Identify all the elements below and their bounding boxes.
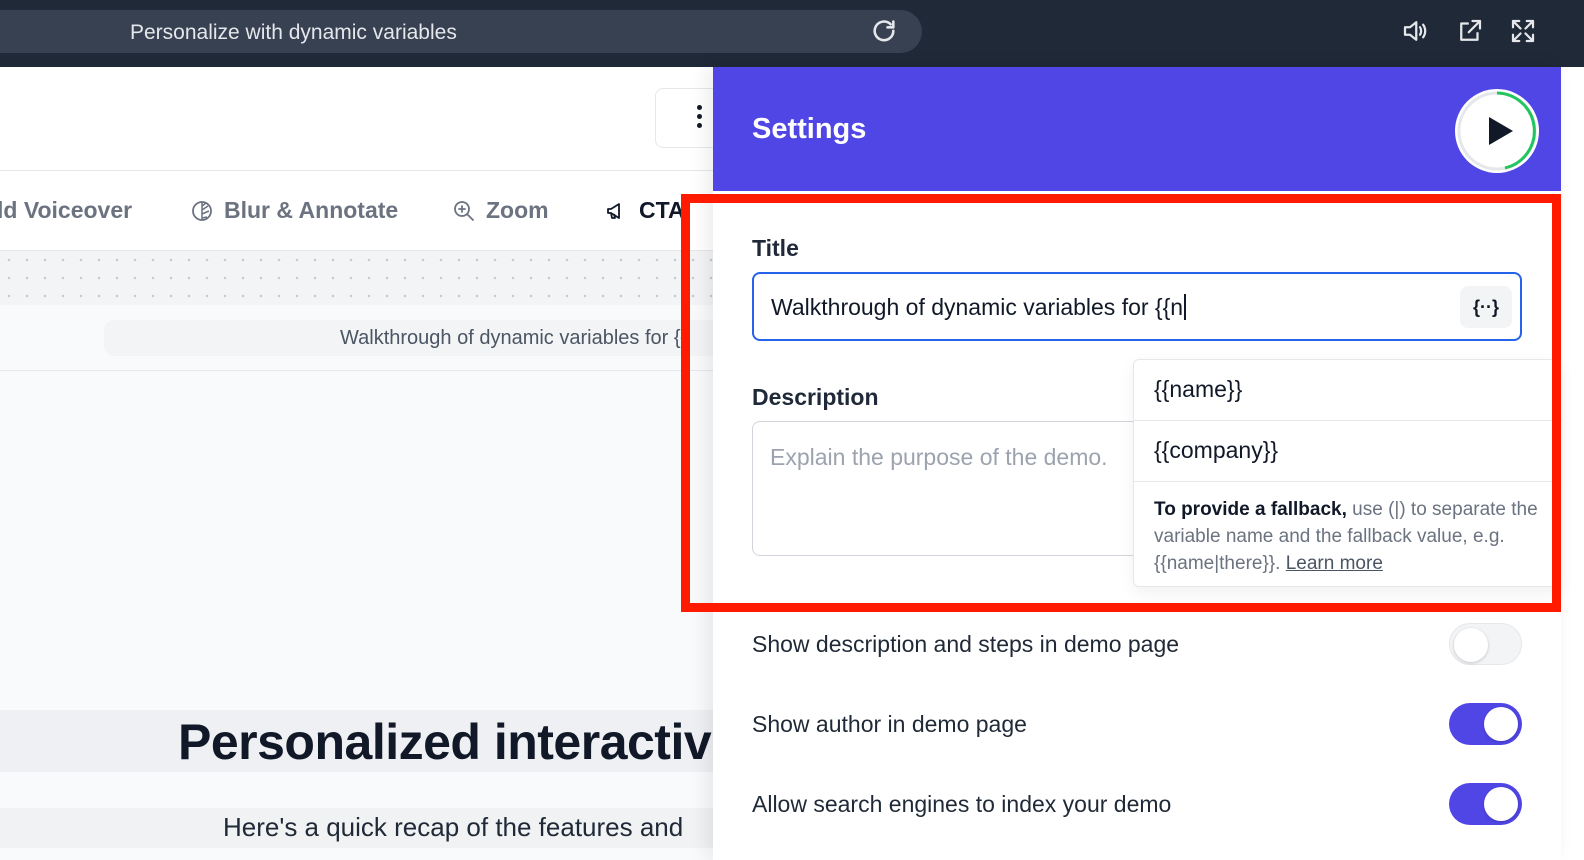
step-title-text: Walkthrough of dynamic variables for {{: [340, 327, 688, 349]
play-icon: [1457, 91, 1537, 171]
insert-variable-button[interactable]: {··}: [1460, 286, 1512, 328]
toggle-allow-search[interactable]: [1449, 783, 1522, 825]
editor-header: [0, 67, 713, 171]
tool-blur-annotate-label: Blur & Annotate: [224, 197, 399, 223]
url-bar[interactable]: Personalize with dynamic variables: [0, 10, 922, 53]
toggle-row-description: Show description and steps in demo page: [752, 623, 1522, 667]
external-link-icon[interactable]: [1455, 16, 1485, 46]
editor-toolbar: ld Voiceover Blur & Annotate Zoom CTA: [0, 171, 713, 251]
variable-option-name[interactable]: {{name}}: [1134, 360, 1562, 421]
tool-cta[interactable]: CTA: [605, 197, 685, 224]
kebab-icon: [697, 105, 702, 110]
zoom-in-icon: [454, 200, 474, 221]
variable-dropdown: {{name}} {{company}} To provide a fallba…: [1133, 359, 1562, 587]
toggle-row-search: Allow search engines to index your demo: [752, 783, 1522, 827]
description-label: Description: [752, 384, 879, 410]
description-placeholder: Explain the purpose of the demo.: [770, 444, 1108, 470]
toggle-show-description[interactable]: [1449, 623, 1522, 665]
more-options-button[interactable]: [655, 88, 713, 148]
tool-zoom[interactable]: Zoom: [452, 197, 549, 224]
toggle-author-label: Show author in demo page: [752, 711, 1027, 737]
fallback-hint: To provide a fallback, use (|) to separa…: [1154, 499, 1538, 574]
divider: [0, 370, 713, 371]
settings-header: Settings: [713, 67, 1561, 191]
fullscreen-icon[interactable]: [1508, 16, 1538, 46]
toggle-search-label: Allow search engines to index your demo: [752, 791, 1172, 817]
demo-editor: ld Voiceover Blur & Annotate Zoom CTA Wa…: [0, 67, 713, 860]
variable-option-company[interactable]: {{company}}: [1134, 421, 1562, 482]
tool-blur-annotate[interactable]: Blur & Annotate: [190, 197, 398, 224]
reload-icon[interactable]: [870, 18, 898, 46]
url-text: Personalize with dynamic variables: [130, 21, 457, 44]
settings-title: Settings: [752, 113, 867, 145]
tool-cta-label: CTA: [639, 197, 685, 223]
top-bar: Personalize with dynamic variables: [0, 0, 1584, 67]
tool-voiceover[interactable]: ld Voiceover: [0, 197, 132, 224]
toggle-row-author: Show author in demo page: [752, 703, 1522, 747]
tool-zoom-label: Zoom: [486, 197, 549, 223]
step-timeline: [0, 251, 713, 305]
megaphone-icon: [607, 202, 620, 219]
play-button[interactable]: [1455, 89, 1539, 173]
learn-more-link[interactable]: Learn more: [1286, 553, 1383, 574]
title-input-value: Walkthrough of dynamic variables for {{n: [771, 294, 1187, 321]
toggle-show-author[interactable]: [1449, 703, 1522, 745]
title-input[interactable]: Walkthrough of dynamic variables for {{n…: [752, 272, 1522, 341]
tool-voiceover-label: ld Voiceover: [0, 197, 133, 223]
demo-subheading: Here's a quick recap of the features and: [223, 812, 684, 842]
title-label: Title: [752, 235, 799, 261]
step-title-pill[interactable]: Walkthrough of dynamic variables for {{: [104, 320, 713, 356]
demo-heading: Personalized interactive: [178, 714, 713, 770]
speaker-icon[interactable]: [1400, 16, 1430, 46]
blur-icon: [192, 200, 212, 221]
toggle-description-label: Show description and steps in demo page: [752, 631, 1180, 657]
settings-panel: Settings Title Walkthrough of dynamic va…: [713, 67, 1562, 860]
description-input[interactable]: Explain the purpose of the demo.: [752, 421, 1172, 556]
